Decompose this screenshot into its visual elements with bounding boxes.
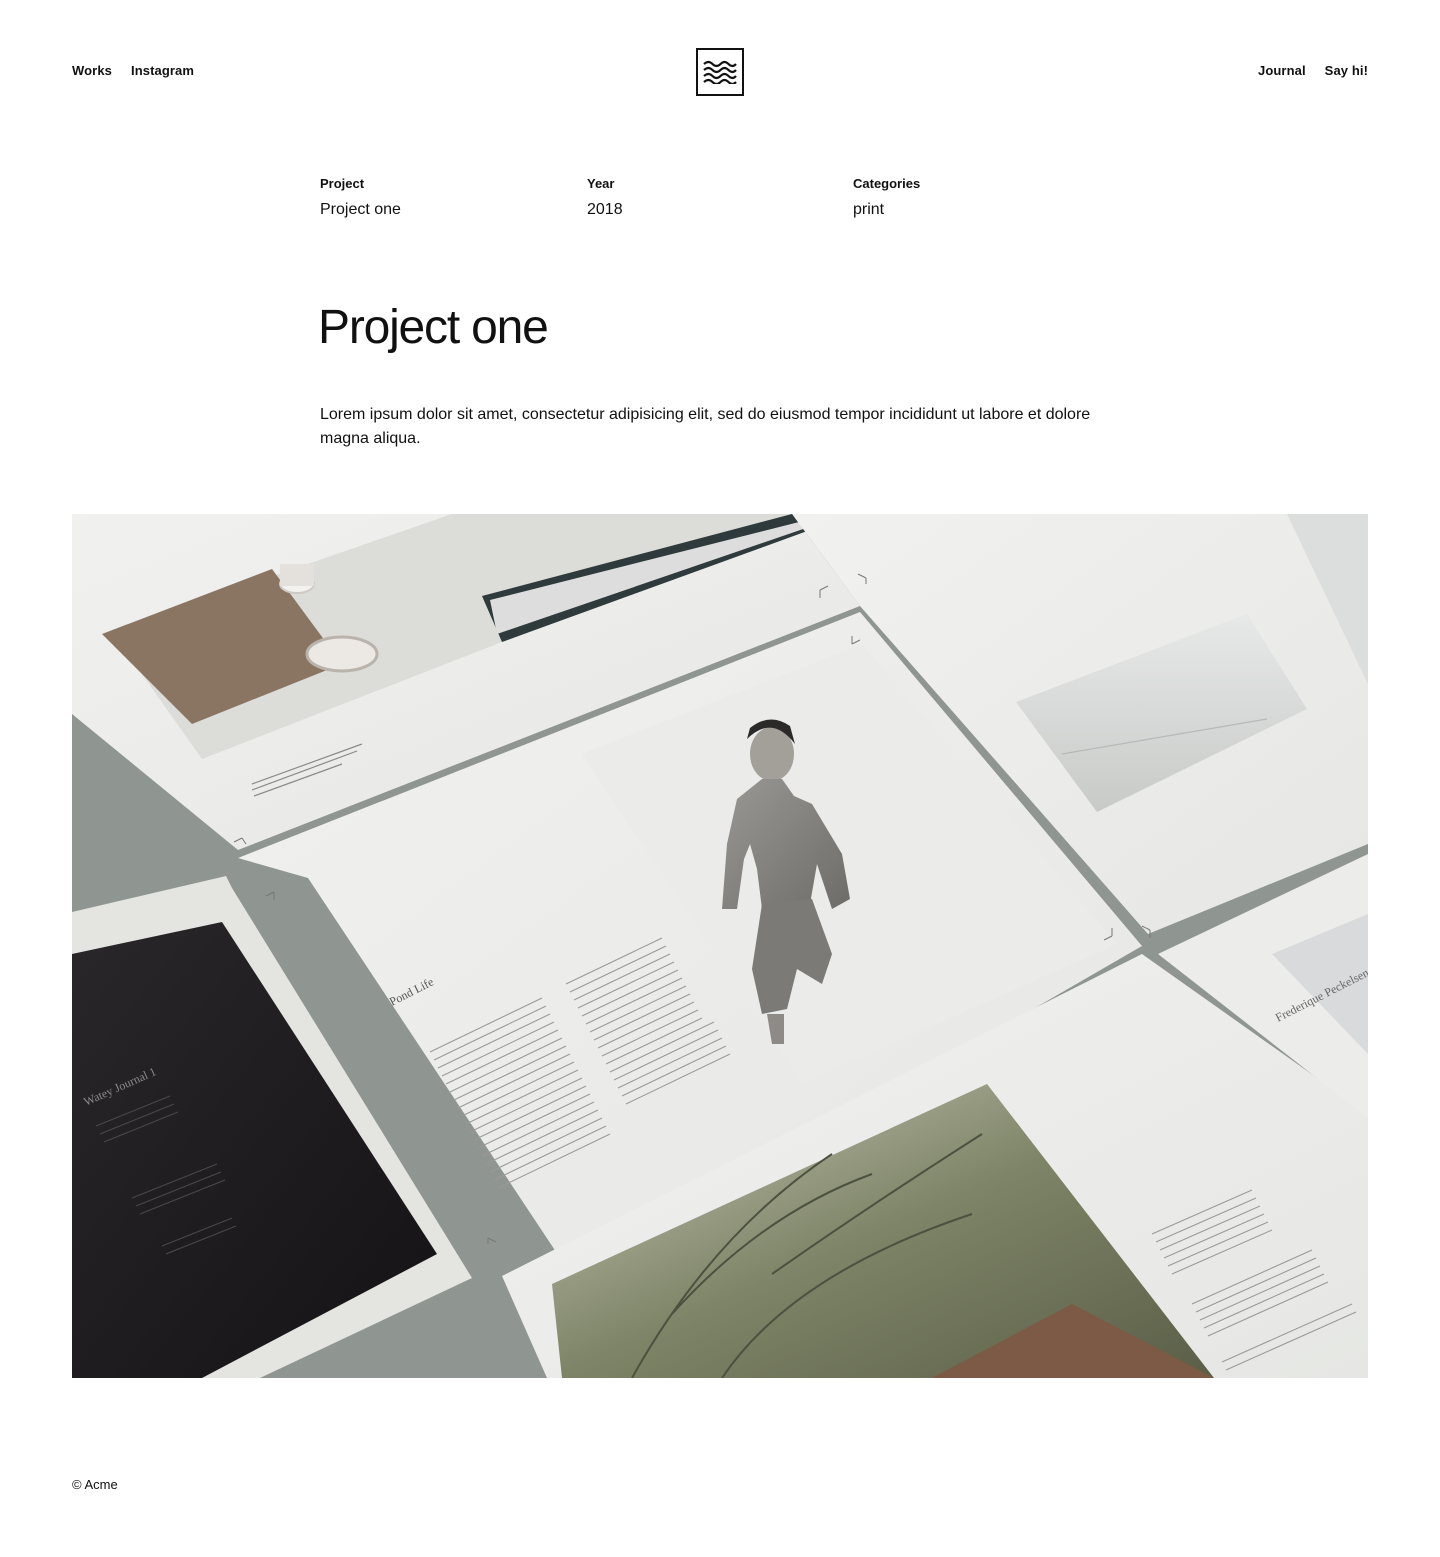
- nav-link-say-hi[interactable]: Say hi!: [1325, 63, 1368, 79]
- meta-categories-label: Categories: [853, 176, 921, 191]
- nav-right: Journal Say hi!: [1258, 63, 1368, 79]
- meta-project-value: Project one: [320, 201, 401, 218]
- meta-project-label: Project: [320, 176, 365, 191]
- meta-project: Project Project one: [320, 176, 401, 220]
- nav-link-instagram[interactable]: Instagram: [131, 63, 194, 79]
- meta-year-label: Year: [587, 176, 615, 191]
- meta-categories: Categories print: [853, 176, 920, 220]
- ceramic-jar-small-body: [280, 564, 314, 586]
- project-description: Lorem ipsum dolor sit amet, consectetur …: [320, 406, 1091, 447]
- copyright: © Acme: [72, 1477, 118, 1492]
- logo[interactable]: [696, 48, 744, 96]
- meta-year-value: 2018: [587, 201, 623, 218]
- hero-image: Pond Life Watey Journal 1 Frederique Pec…: [72, 514, 1368, 1378]
- waves-logo-icon: [703, 60, 737, 84]
- site-header: Works Instagram Journal Say hi!: [0, 0, 1440, 144]
- nav-link-works[interactable]: Works: [72, 63, 112, 79]
- meta-categories-value: print: [853, 201, 885, 218]
- page-title: Project one: [318, 301, 549, 354]
- site-footer: © Acme: [72, 1477, 118, 1493]
- project-meta: Project Project one Year 2018 Categories…: [320, 176, 1120, 226]
- hero-image-svg: Pond Life Watey Journal 1 Frederique Pec…: [72, 514, 1368, 1378]
- meta-year: Year 2018: [587, 176, 623, 220]
- nav-link-journal[interactable]: Journal: [1258, 63, 1306, 79]
- nav-left: Works Instagram: [72, 63, 194, 79]
- ceramic-jar-large: [305, 635, 379, 673]
